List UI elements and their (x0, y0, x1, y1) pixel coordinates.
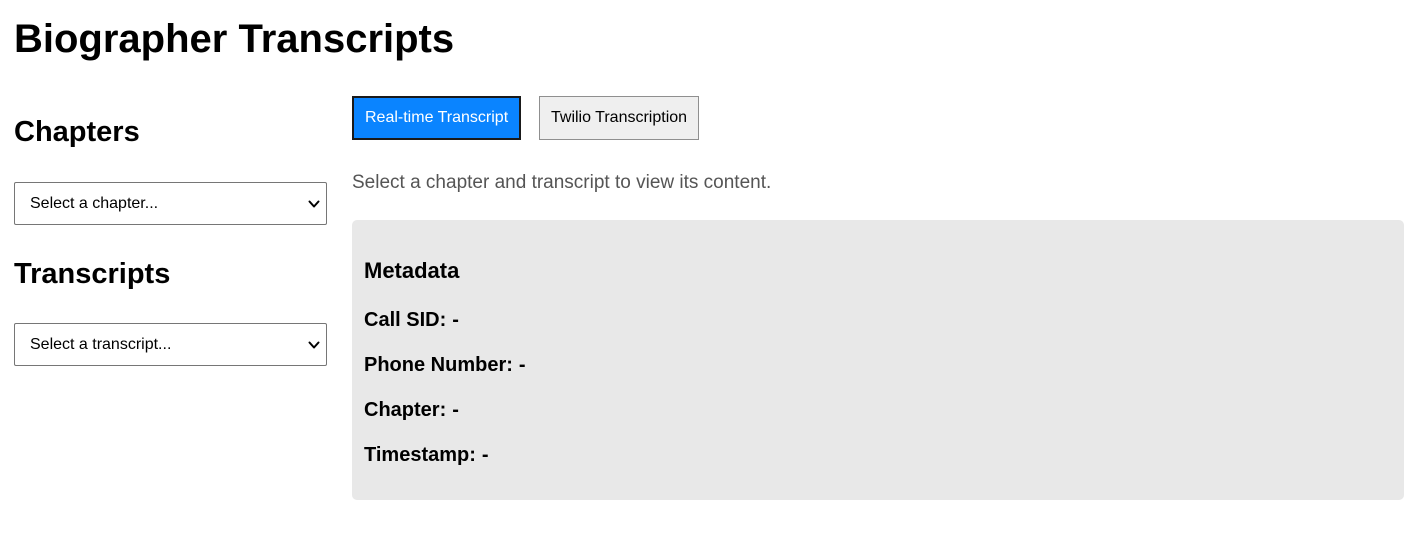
metadata-label: Timestamp: (364, 444, 476, 466)
metadata-label: Phone Number: (364, 354, 513, 376)
metadata-title: Metadata (364, 258, 460, 283)
chevron-down-icon (308, 341, 320, 349)
metadata-value: - (518, 354, 526, 376)
metadata-row-call-sid: Call SID: - (364, 308, 459, 332)
chapter-select-value: Select a chapter... (30, 195, 159, 212)
metadata-value: - (452, 309, 459, 331)
metadata-panel: Metadata Call SID: - Phone Number: - Chapt… (352, 220, 1404, 500)
transcript-select-value: Select a transcript... (30, 336, 172, 353)
tab-realtime-transcript[interactable]: Real-time Transcript (352, 96, 522, 140)
metadata-row-chapter: Chapter: - (364, 398, 459, 422)
chapters-heading: Chapters (14, 116, 140, 148)
metadata-label: Call SID: (364, 309, 447, 331)
transcript-select[interactable]: Select a transcript... (14, 323, 327, 366)
page-title: Biographer Transcripts (14, 17, 455, 61)
metadata-value: - (452, 399, 459, 421)
metadata-value: - (481, 444, 489, 466)
metadata-row-phone-number: Phone Number: - (364, 353, 526, 377)
chevron-down-icon (308, 200, 320, 208)
chapter-select[interactable]: Select a chapter... (14, 182, 327, 225)
tab-twilio-transcription[interactable]: Twilio Transcription (539, 96, 700, 140)
transcripts-heading: Transcripts (14, 258, 171, 290)
metadata-row-timestamp: Timestamp: - (364, 443, 489, 467)
empty-state-hint: Select a chapter and transcript to view … (352, 172, 772, 193)
metadata-label: Chapter: (364, 399, 447, 421)
